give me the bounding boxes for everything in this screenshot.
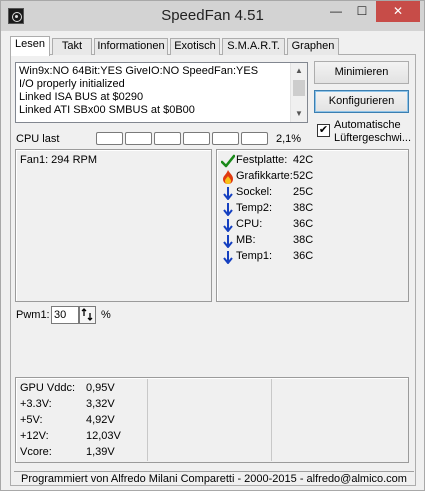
temp-value: 36C (293, 218, 314, 230)
voltage-name: GPU Vddc: (20, 382, 76, 394)
cpu-load-segment (96, 132, 123, 145)
cpu-load-percent: 2,1% (276, 133, 302, 145)
temp-value: 36C (293, 250, 314, 262)
ok-check-icon (221, 154, 235, 168)
voltage-value: 4,92V (86, 414, 115, 426)
credits-status-bar: Programmiert von Alfredo Milani Comparet… (14, 471, 414, 487)
voltage-name: +5V: (20, 414, 43, 426)
minimize-to-tray-button[interactable]: Minimieren (314, 61, 409, 84)
tab-takt[interactable]: Takt (52, 38, 92, 55)
voltage-column-divider (271, 379, 272, 461)
window-close-button[interactable]: ✕ (376, 1, 420, 22)
arrow-down-icon (223, 251, 233, 264)
voltage-name: Vcore: (20, 446, 52, 458)
temp-name: Temp1: (236, 250, 273, 262)
temp-name: Sockel: (236, 186, 273, 198)
log-line: Linked ATI SBx00 SMBUS at $0B00 (19, 104, 195, 116)
temp-name: MB: (236, 234, 256, 246)
voltage-value: 0,95V (86, 382, 115, 394)
title-bar[interactable]: SpeedFan 4.51 — ☐ ✕ (1, 1, 424, 31)
tab-informationen[interactable]: Informationen (94, 38, 168, 55)
flame-icon (223, 170, 233, 184)
temp-value: 42C (293, 154, 314, 166)
voltage-value: 12,03V (86, 430, 121, 442)
log-textbox[interactable]: Win9x:NO 64Bit:YES GiveIO:NO SpeedFan:YE… (15, 62, 308, 123)
cpu-load-segment (125, 132, 152, 145)
tab-lesen[interactable]: Lesen (10, 36, 50, 56)
arrow-down-icon (223, 203, 233, 216)
checkmark-icon: ✔ (318, 124, 329, 136)
scroll-down-icon[interactable]: ▼ (291, 106, 307, 122)
temp-value: 38C (293, 202, 314, 214)
arrow-down-icon (223, 235, 233, 248)
voltage-column-divider (147, 379, 148, 461)
window-maximize-button[interactable]: ☐ (349, 1, 375, 22)
voltage-name: +3.3V: (20, 398, 52, 410)
temp-value: 25C (293, 186, 314, 198)
tab-exotisch[interactable]: Exotisch (170, 38, 220, 55)
temp-name: CPU: (236, 218, 263, 230)
cpu-load-segment (154, 132, 181, 145)
speedfan-window: SpeedFan 4.51 — ☐ ✕ Lesen Takt Informati… (0, 0, 425, 491)
arrow-down-icon (223, 219, 233, 232)
fan-speed-panel (15, 149, 212, 302)
pwm1-input[interactable]: 30 (51, 306, 79, 324)
temp-name: Festplatte: (236, 154, 288, 166)
spin-up-down-icon[interactable] (80, 307, 95, 323)
log-line: Win9x:NO 64Bit:YES GiveIO:NO SpeedFan:YE… (19, 65, 259, 77)
temp-name: Grafikkarte: (236, 170, 293, 182)
arrow-down-icon (223, 187, 233, 200)
scroll-thumb[interactable] (293, 80, 305, 96)
temp-value: 52C (293, 170, 314, 182)
log-line: Linked ISA BUS at $0290 (19, 91, 144, 103)
voltage-name: +12V: (20, 430, 49, 442)
window-minimize-button[interactable]: — (323, 1, 349, 22)
scroll-up-icon[interactable]: ▲ (291, 63, 307, 79)
pwm1-spinner[interactable] (79, 306, 96, 324)
auto-fan-speed-label-line1[interactable]: Automatische (334, 119, 401, 131)
log-scrollbar[interactable]: ▲ ▼ (290, 63, 307, 122)
cpu-load-segment (241, 132, 268, 145)
auto-fan-speed-label-line2[interactable]: Lüftergeschwi... (334, 132, 411, 144)
tab-graphen[interactable]: Graphen (287, 38, 339, 55)
voltage-value: 1,39V (86, 446, 115, 458)
cpu-load-segment (212, 132, 239, 145)
configure-button[interactable]: Konfigurieren (314, 90, 409, 113)
cpu-load-label: CPU last (16, 133, 60, 145)
temp-name: Temp2: (236, 202, 273, 214)
cpu-load-segment (183, 132, 210, 145)
voltage-value: 3,32V (86, 398, 115, 410)
temp-value: 38C (293, 234, 314, 246)
pwm1-unit: % (101, 309, 111, 321)
pwm1-label: Pwm1: (16, 309, 50, 321)
fan1-speed: Fan1: 294 RPM (20, 154, 98, 166)
log-line: I/O properly initialized (19, 78, 125, 90)
tab-smart[interactable]: S.M.A.R.T. (222, 38, 285, 55)
auto-fan-speed-checkbox[interactable]: ✔ (317, 124, 330, 137)
